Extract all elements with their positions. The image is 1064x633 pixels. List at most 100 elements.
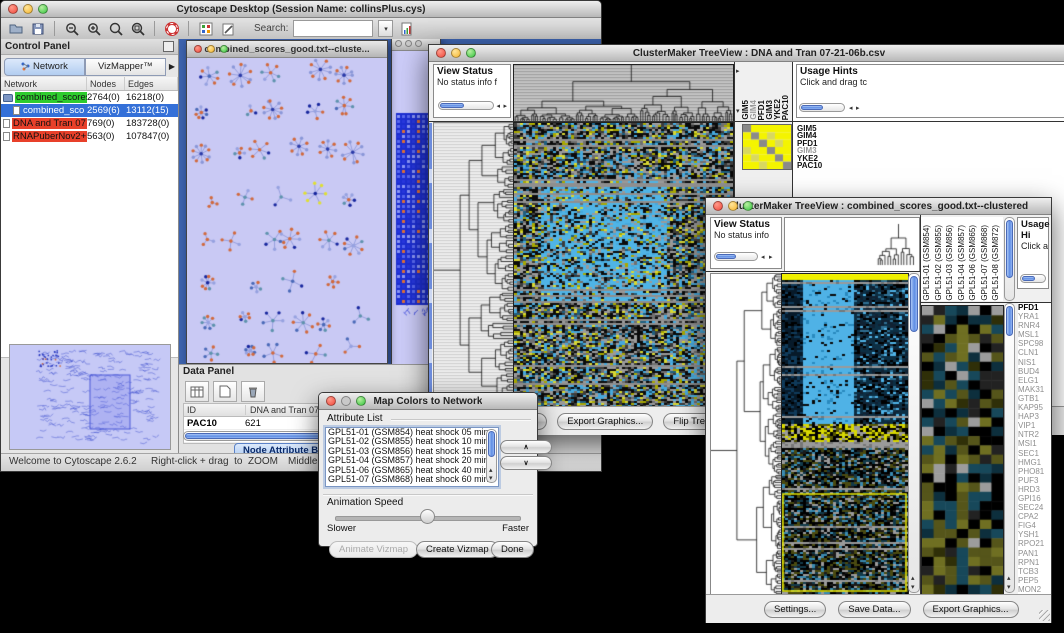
- annotation-icon[interactable]: [219, 20, 236, 37]
- row-dendrogram[interactable]: [433, 122, 515, 408]
- scrollbar-thumb[interactable]: [801, 105, 823, 110]
- column-label[interactable]: PAC10: [782, 95, 790, 120]
- search-dropdown-icon[interactable]: ▾: [378, 20, 393, 37]
- minimize-icon[interactable]: [405, 40, 412, 47]
- minimize-icon[interactable]: [451, 48, 461, 58]
- scroll-up-icon[interactable]: ▴: [911, 575, 915, 582]
- treeview-button[interactable]: Export Graphics...: [923, 601, 1019, 618]
- column-label[interactable]: GPL51-03 (GSM856): [944, 225, 956, 301]
- column-label[interactable]: GIM3: [766, 100, 774, 120]
- scrollbar-thumb[interactable]: [440, 103, 464, 108]
- scroll-right-icon[interactable]: ▸: [736, 68, 740, 75]
- scrollbar-thumb[interactable]: [1022, 276, 1035, 281]
- select-attributes-icon[interactable]: [185, 381, 209, 402]
- scroll-down-icon[interactable]: ▾: [489, 475, 493, 482]
- network-canvas[interactable]: [187, 58, 385, 363]
- gene-label[interactable]: YSH1: [1018, 530, 1051, 539]
- row-dendrogram[interactable]: [710, 273, 782, 595]
- close-icon[interactable]: [326, 396, 336, 406]
- close-icon[interactable]: [436, 48, 446, 58]
- gene-label[interactable]: NTR2: [1018, 430, 1051, 439]
- zoom-fit-icon[interactable]: [107, 20, 124, 37]
- done-button[interactable]: Done: [491, 541, 534, 558]
- scroll-up-icon[interactable]: ▴: [1007, 575, 1011, 582]
- zoom-window-icon[interactable]: [356, 396, 366, 406]
- column-label[interactable]: GPL51-01 (GSM854): [921, 225, 933, 301]
- zoom-selected-icon[interactable]: [129, 20, 146, 37]
- scroll-right-icon[interactable]: ▸: [769, 254, 773, 261]
- scrollbar-thumb[interactable]: [716, 254, 736, 259]
- gene-label[interactable]: HRD3: [1018, 485, 1051, 494]
- zoom-window-icon[interactable]: [38, 4, 48, 14]
- zoom-window-icon[interactable]: [466, 48, 476, 58]
- column-label[interactable]: YKE2: [774, 99, 782, 120]
- heatmap-global[interactable]: [781, 273, 909, 595]
- heatmap-vscrollbar[interactable]: ▴ ▾: [908, 273, 920, 593]
- cytoscape-titlebar[interactable]: Cytoscape Desktop (Session Name: collins…: [1, 1, 601, 18]
- treeview-combined-titlebar[interactable]: ClusterMaker TreeView : combined_scores_…: [706, 198, 1051, 215]
- float-panel-icon[interactable]: [163, 41, 174, 52]
- scroll-down-icon[interactable]: ▾: [736, 108, 740, 115]
- column-label[interactable]: GPL51-07 (GSM868): [979, 225, 991, 301]
- list-vscrollbar[interactable]: ▴ ▾: [486, 429, 497, 483]
- column-label[interactable]: GPL51-04 (GSM857): [956, 225, 968, 301]
- view-status-hscrollbar[interactable]: [438, 101, 494, 110]
- scroll-right-icon[interactable]: ▸: [856, 105, 860, 112]
- scrollbar-thumb[interactable]: [1006, 220, 1013, 278]
- gene-label[interactable]: HAP3: [1018, 412, 1051, 421]
- save-icon[interactable]: [29, 20, 46, 37]
- network-list-item[interactable]: combined_scores 2764(0) 16218(0): [1, 91, 178, 104]
- new-attribute-icon[interactable]: [213, 381, 237, 402]
- gene-label[interactable]: RPN1: [1018, 558, 1051, 567]
- gene-label[interactable]: PHO81: [1018, 467, 1051, 476]
- zoom-vscrollbar[interactable]: ▴ ▾: [1004, 303, 1015, 593]
- network-window[interactable]: combined_scores_good.txt--cluste...: [186, 40, 388, 364]
- zoom-window-icon[interactable]: [743, 201, 753, 211]
- help-lifesaver-icon[interactable]: [163, 20, 180, 37]
- scrollbar-thumb[interactable]: [488, 431, 495, 457]
- gene-label[interactable]: CLN1: [1018, 348, 1051, 357]
- gene-label[interactable]: KAP95: [1018, 403, 1051, 412]
- scrollbar-thumb[interactable]: [1006, 306, 1013, 336]
- dialog-titlebar[interactable]: Map Colors to Network: [319, 393, 537, 410]
- slider-thumb[interactable]: [420, 509, 435, 524]
- treeview-button[interactable]: Export Graphics...: [557, 413, 653, 430]
- gene-label[interactable]: YRA1: [1018, 312, 1051, 321]
- gene-label[interactable]: SEC24: [1018, 503, 1051, 512]
- move-up-button[interactable]: ∧: [500, 440, 552, 454]
- gene-label[interactable]: MAK31: [1018, 385, 1051, 394]
- gene-label[interactable]: SPC98: [1018, 339, 1051, 348]
- row-label[interactable]: PAC10: [797, 162, 839, 169]
- gene-label[interactable]: GPI16: [1018, 494, 1051, 503]
- close-icon[interactable]: [713, 201, 723, 211]
- close-icon[interactable]: [194, 45, 202, 53]
- animate-vizmap-button[interactable]: Animate Vizmap: [329, 541, 418, 558]
- left-vscrollbar[interactable]: [429, 123, 432, 406]
- treeview-button[interactable]: Settings...: [764, 601, 826, 618]
- scroll-up-icon[interactable]: ▴: [489, 467, 493, 474]
- scroll-right-icon[interactable]: ▸: [503, 103, 507, 110]
- open-file-icon[interactable]: [7, 20, 24, 37]
- column-label[interactable]: PFD1: [758, 100, 766, 120]
- gene-label[interactable]: PFD1: [1018, 303, 1051, 312]
- heatmap-zoom[interactable]: [742, 124, 792, 170]
- gene-label[interactable]: HMG1: [1018, 458, 1051, 467]
- col-nodes[interactable]: Nodes: [87, 77, 125, 90]
- network-list-item[interactable]: combined_sco 2569(6) 13112(15): [1, 104, 178, 117]
- scroll-left-icon[interactable]: ◂: [496, 103, 500, 110]
- minimize-icon[interactable]: [207, 45, 215, 53]
- close-icon[interactable]: [395, 40, 402, 47]
- close-icon[interactable]: [8, 4, 18, 14]
- scrollbar-thumb[interactable]: [910, 276, 918, 332]
- gene-label[interactable]: TCB3: [1018, 567, 1051, 576]
- column-label[interactable]: GIM5: [742, 100, 750, 120]
- resize-grip[interactable]: [1039, 610, 1050, 621]
- view-status-hscrollbar[interactable]: [714, 252, 758, 261]
- column-dendrogram[interactable]: [784, 217, 920, 272]
- move-down-button[interactable]: ∨: [500, 456, 552, 470]
- network-list-item[interactable]: DNA and Tran 07 769(0) 183728(0): [1, 117, 178, 130]
- zoom-in-icon[interactable]: [85, 20, 102, 37]
- column-label[interactable]: GPL51-02 (GSM855): [933, 225, 945, 301]
- gene-label[interactable]: MSL1: [1018, 330, 1051, 339]
- usage-hscrollbar[interactable]: [799, 103, 845, 112]
